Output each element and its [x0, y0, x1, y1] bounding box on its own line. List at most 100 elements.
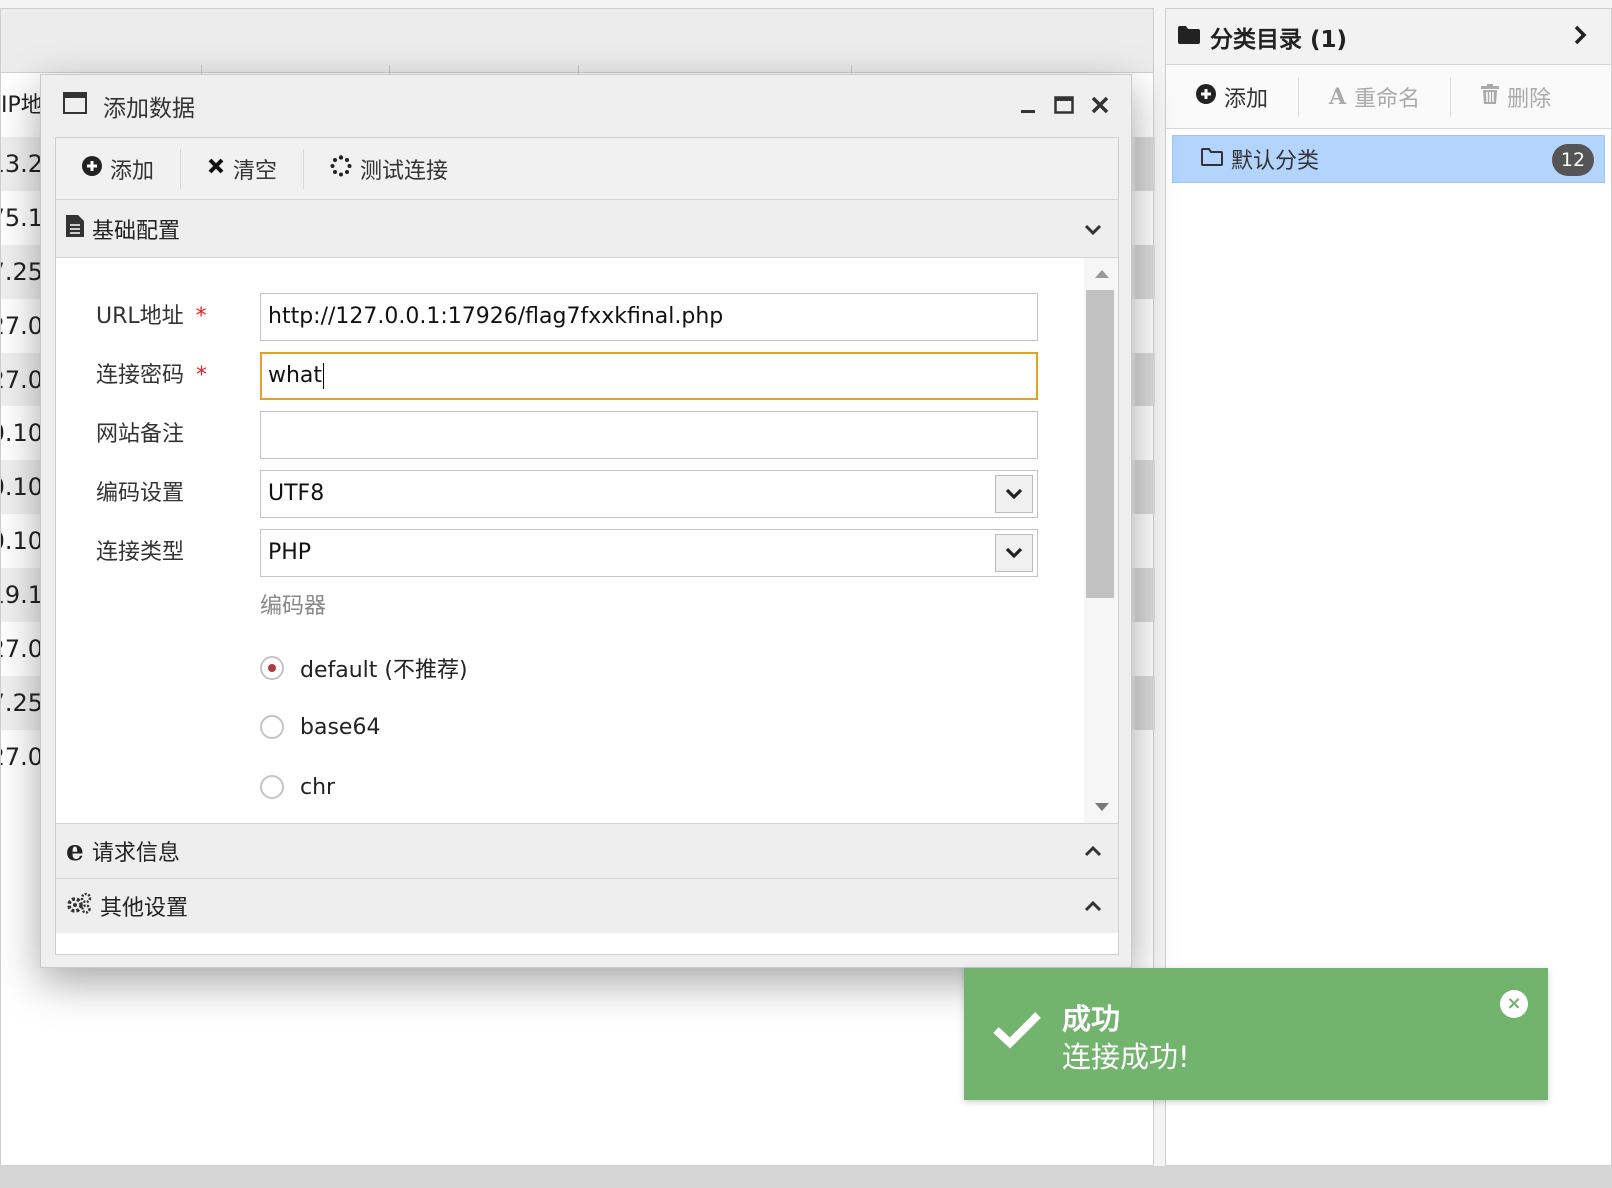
- internet-explorer-icon: e: [66, 834, 84, 867]
- document-icon: [66, 214, 84, 243]
- encoding-label: 编码设置: [96, 481, 185, 506]
- scroll-down-arrow-icon[interactable]: [1095, 803, 1109, 811]
- section-other-settings-title: 其他设置: [100, 896, 189, 921]
- test-connection-button[interactable]: 测试连接: [304, 149, 474, 189]
- clear-button-label: 清空: [233, 158, 278, 184]
- delete-category-label: 删除: [1507, 86, 1552, 112]
- radio-button-checked[interactable]: [260, 656, 284, 680]
- chevron-down-icon: [1005, 547, 1023, 559]
- password-label: 连接密码 *: [96, 352, 207, 400]
- row-ip-cell: 0.10: [1, 473, 43, 502]
- delete-category-button[interactable]: 删除: [1451, 77, 1581, 117]
- category-toolbar: 添加 A 重命名 删除: [1166, 65, 1611, 129]
- section-request-info-header[interactable]: e 请求信息: [56, 824, 1118, 879]
- row-edge: [1135, 137, 1155, 191]
- list-header-bar: [1, 9, 1153, 73]
- maximize-button[interactable]: [1053, 93, 1075, 117]
- dialog-body: 添加 清空 测试连接 基础配置 URL地址 * http://127.0.0.1…: [55, 137, 1119, 955]
- plus-circle-icon: [1196, 83, 1216, 110]
- row-edge: [1135, 675, 1155, 730]
- row-edge: [1135, 460, 1155, 515]
- window-icon: [63, 92, 87, 120]
- encoder-label: 编码器: [260, 594, 327, 619]
- password-input-value: what: [268, 363, 323, 388]
- radio-button[interactable]: [260, 775, 284, 799]
- type-label: 连接类型: [96, 540, 185, 565]
- row-edge: [1135, 622, 1155, 676]
- basic-config-form: URL地址 * http://127.0.0.1:17926/flag7fxxkf…: [56, 258, 1118, 824]
- category-name: 默认分类: [1231, 149, 1320, 174]
- status-bar: [0, 1166, 1612, 1188]
- row-ip-cell: 75.1: [1, 203, 43, 232]
- scrollbar-thumb[interactable]: [1086, 290, 1114, 598]
- row-ip-cell: 27.0: [1, 742, 43, 771]
- note-input[interactable]: [260, 411, 1038, 459]
- row-edge: [1135, 730, 1155, 784]
- scroll-up-arrow-icon[interactable]: [1095, 270, 1109, 278]
- toast-message: 连接成功!: [1062, 1040, 1190, 1074]
- row-ip-cell: 13.2: [1, 150, 43, 178]
- add-button[interactable]: 添加: [56, 148, 182, 189]
- row-ip-cell: 0.10: [1, 527, 43, 556]
- type-selected-value: PHP: [268, 540, 312, 565]
- close-icon: [207, 156, 225, 181]
- encoding-select[interactable]: UTF8: [260, 470, 1038, 518]
- form-row-type: 连接类型 PHP: [56, 529, 1056, 577]
- row-ip-cell: 7.25: [1, 257, 43, 286]
- checkmark-icon: [992, 1010, 1042, 1054]
- section-basic-config-title: 基础配置: [92, 218, 181, 244]
- section-other-settings-header[interactable]: 其他设置: [56, 879, 1118, 933]
- chevron-up-icon[interactable]: [1082, 895, 1104, 917]
- font-a-icon: A: [1329, 83, 1347, 110]
- row-ip-cell: 0.10: [1, 419, 43, 448]
- category-item-default[interactable]: 默认分类 12: [1172, 135, 1605, 183]
- add-category-label: 添加: [1224, 86, 1269, 112]
- plus-circle-icon: [82, 155, 102, 182]
- encoder-option-chr[interactable]: chr: [260, 769, 335, 805]
- required-mark: *: [195, 304, 207, 329]
- add-category-button[interactable]: 添加: [1166, 76, 1300, 117]
- form-row-url: URL地址 * http://127.0.0.1:17926/flag7fxxkf…: [56, 293, 1056, 341]
- rename-category-button[interactable]: A 重命名: [1299, 76, 1452, 117]
- dialog-title: 添加数据: [103, 96, 195, 122]
- radio-button[interactable]: [260, 715, 284, 739]
- dropdown-button[interactable]: [995, 475, 1033, 513]
- chevron-down-icon[interactable]: [1082, 218, 1104, 240]
- folder-open-icon: [1201, 147, 1223, 172]
- row-ip-cell: 27.0: [1, 635, 43, 664]
- vertical-scrollbar[interactable]: [1084, 258, 1118, 823]
- category-count-badge: 12: [1552, 144, 1594, 176]
- url-input[interactable]: http://127.0.0.1:17926/flag7fxxkfinal.ph…: [260, 293, 1038, 341]
- chevron-down-icon: [1005, 488, 1023, 500]
- spinner-icon: [330, 154, 352, 183]
- encoder-option-default[interactable]: default (不推荐): [260, 650, 468, 686]
- close-button[interactable]: [1089, 93, 1111, 117]
- form-row-password: 连接密码 * what: [56, 352, 1056, 400]
- encoder-option-base64[interactable]: base64: [260, 709, 380, 745]
- chevron-right-icon[interactable]: [1573, 25, 1587, 51]
- encoder-option-label: base64: [300, 714, 381, 740]
- row-edge: [1135, 568, 1155, 623]
- row-ip-cell: 7.25: [1, 688, 43, 717]
- url-label: URL地址 *: [96, 293, 207, 341]
- row-edge: [1135, 514, 1155, 568]
- dropdown-button[interactable]: [995, 534, 1033, 572]
- gears-icon: [66, 892, 92, 920]
- password-input[interactable]: what: [260, 352, 1038, 400]
- section-basic-config-header[interactable]: 基础配置: [56, 200, 1118, 258]
- chevron-up-icon[interactable]: [1082, 840, 1104, 862]
- encoder-option-label: chr: [300, 774, 336, 800]
- row-edge: [1135, 352, 1155, 407]
- minimize-button[interactable]: [1017, 93, 1039, 117]
- toast-close-button[interactable]: ×: [1500, 990, 1528, 1018]
- encoder-option-label: default (不推荐): [300, 658, 468, 683]
- text-caret: [323, 363, 325, 389]
- row-edge: [1135, 299, 1155, 353]
- clear-button[interactable]: 清空: [181, 148, 305, 189]
- rename-category-label: 重命名: [1354, 86, 1421, 112]
- test-connection-label: 测试连接: [360, 158, 449, 184]
- form-row-encoding: 编码设置 UTF8: [56, 470, 1056, 518]
- note-label: 网站备注: [96, 422, 185, 447]
- connection-type-select[interactable]: PHP: [260, 529, 1038, 577]
- dialog-titlebar[interactable]: 添加数据: [41, 75, 1131, 137]
